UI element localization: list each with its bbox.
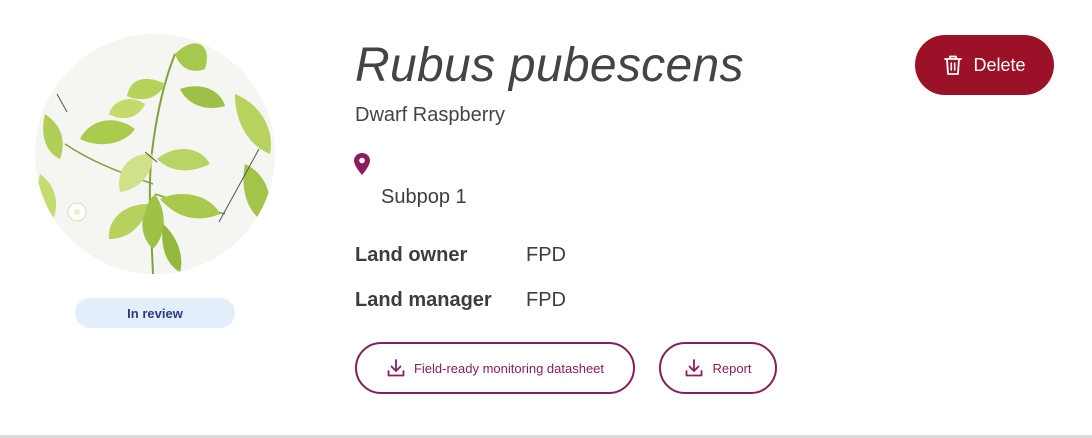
map-pin-icon xyxy=(354,153,370,175)
land-owner-row: Land owner FPD xyxy=(355,244,566,267)
land-manager-label: Land manager xyxy=(355,289,492,311)
trash-icon xyxy=(944,55,963,75)
land-owner-value: FPD xyxy=(526,244,566,266)
plant-illustration-icon xyxy=(35,34,275,274)
download-datasheet-label: Field-ready monitoring datasheet xyxy=(413,360,605,376)
species-scientific-name: Rubus pubescens xyxy=(355,39,744,92)
delete-button[interactable]: Delete xyxy=(915,35,1054,95)
delete-label: Delete xyxy=(973,54,1026,75)
land-owner-label: Land owner xyxy=(355,244,468,266)
download-report-button[interactable]: Report xyxy=(659,342,777,394)
species-common-name: Dwarf Raspberry xyxy=(355,104,506,126)
subpopulation-name: Subpop 1 xyxy=(381,186,467,208)
land-manager-row: Land manager FPD xyxy=(355,289,566,312)
download-datasheet-button[interactable]: Field-ready monitoring datasheet xyxy=(355,342,635,394)
download-icon xyxy=(686,359,703,377)
status-badge: In review xyxy=(75,298,235,328)
species-detail-panel: In review Rubus pubescens Dwarf Raspberr… xyxy=(0,0,1092,438)
land-manager-value: FPD xyxy=(526,289,566,311)
download-icon xyxy=(387,359,405,377)
download-report-label: Report xyxy=(712,360,752,376)
plant-illustration-image xyxy=(35,34,275,274)
